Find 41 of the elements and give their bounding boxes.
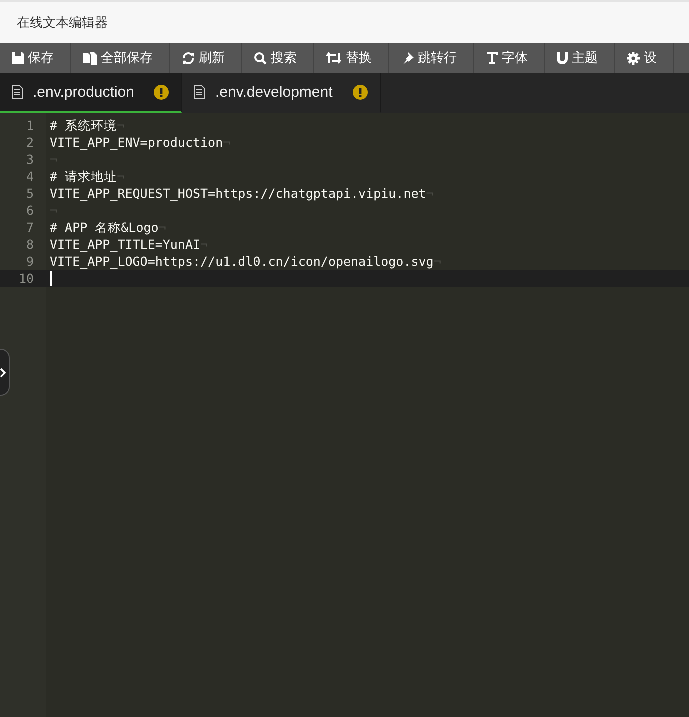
line-number: 6 bbox=[25, 202, 34, 219]
magnet-icon bbox=[557, 52, 568, 64]
line-end-mark: ¬ bbox=[158, 219, 166, 236]
save-icon bbox=[12, 52, 24, 64]
line-number: 1 bbox=[25, 117, 34, 134]
code-line: VITE_APP_LOGO=https://u1.dl0.cn/icon/openailogo.svg bbox=[50, 253, 434, 270]
swap-arrows-icon bbox=[326, 52, 342, 64]
chevron-right-icon bbox=[0, 368, 6, 378]
code-line: VITE_APP_ENV=production bbox=[50, 134, 224, 151]
line-end-mark: ¬ bbox=[117, 117, 125, 134]
line-number: 4 bbox=[25, 168, 34, 185]
settings-icon bbox=[627, 52, 640, 64]
line-end-mark: ¬ bbox=[200, 236, 208, 253]
line-end-mark: ¬ bbox=[434, 253, 442, 270]
window-title: 在线文本编辑器 bbox=[17, 14, 108, 32]
line-number: 9 bbox=[25, 253, 34, 270]
line-end-mark: ¬ bbox=[426, 185, 434, 202]
code-line: # APP 名称&Logo bbox=[50, 219, 159, 236]
code-line: VITE_APP_REQUEST_HOST=https://chatgptapi.vipiu.net bbox=[50, 185, 426, 202]
line-number: 10 bbox=[18, 270, 34, 287]
pin-icon bbox=[401, 52, 414, 64]
line-end-mark: ¬ bbox=[117, 168, 125, 185]
line-number: 5 bbox=[25, 185, 34, 202]
document-icon bbox=[12, 85, 23, 99]
code-line: VITE_APP_TITLE=YunAI bbox=[50, 236, 201, 253]
text-cursor bbox=[50, 271, 52, 286]
line-end-mark: ¬ bbox=[223, 134, 231, 151]
line-number: 7 bbox=[25, 219, 34, 236]
line-number: 3 bbox=[25, 151, 34, 168]
code-line: # 请求地址 bbox=[50, 168, 118, 185]
line-number: 8 bbox=[25, 236, 34, 253]
line-number: 2 bbox=[25, 134, 34, 151]
code-line: # 系统环境 bbox=[50, 117, 118, 134]
copy-icon bbox=[83, 52, 97, 64]
text-icon bbox=[486, 52, 498, 64]
refresh-icon bbox=[182, 52, 195, 64]
line-end-mark: ¬ bbox=[50, 151, 58, 168]
document-icon bbox=[194, 85, 206, 99]
file-tab[interactable]: .env.production bbox=[0, 73, 182, 113]
line-end-mark: ¬ bbox=[50, 202, 58, 219]
search-icon bbox=[254, 52, 267, 64]
